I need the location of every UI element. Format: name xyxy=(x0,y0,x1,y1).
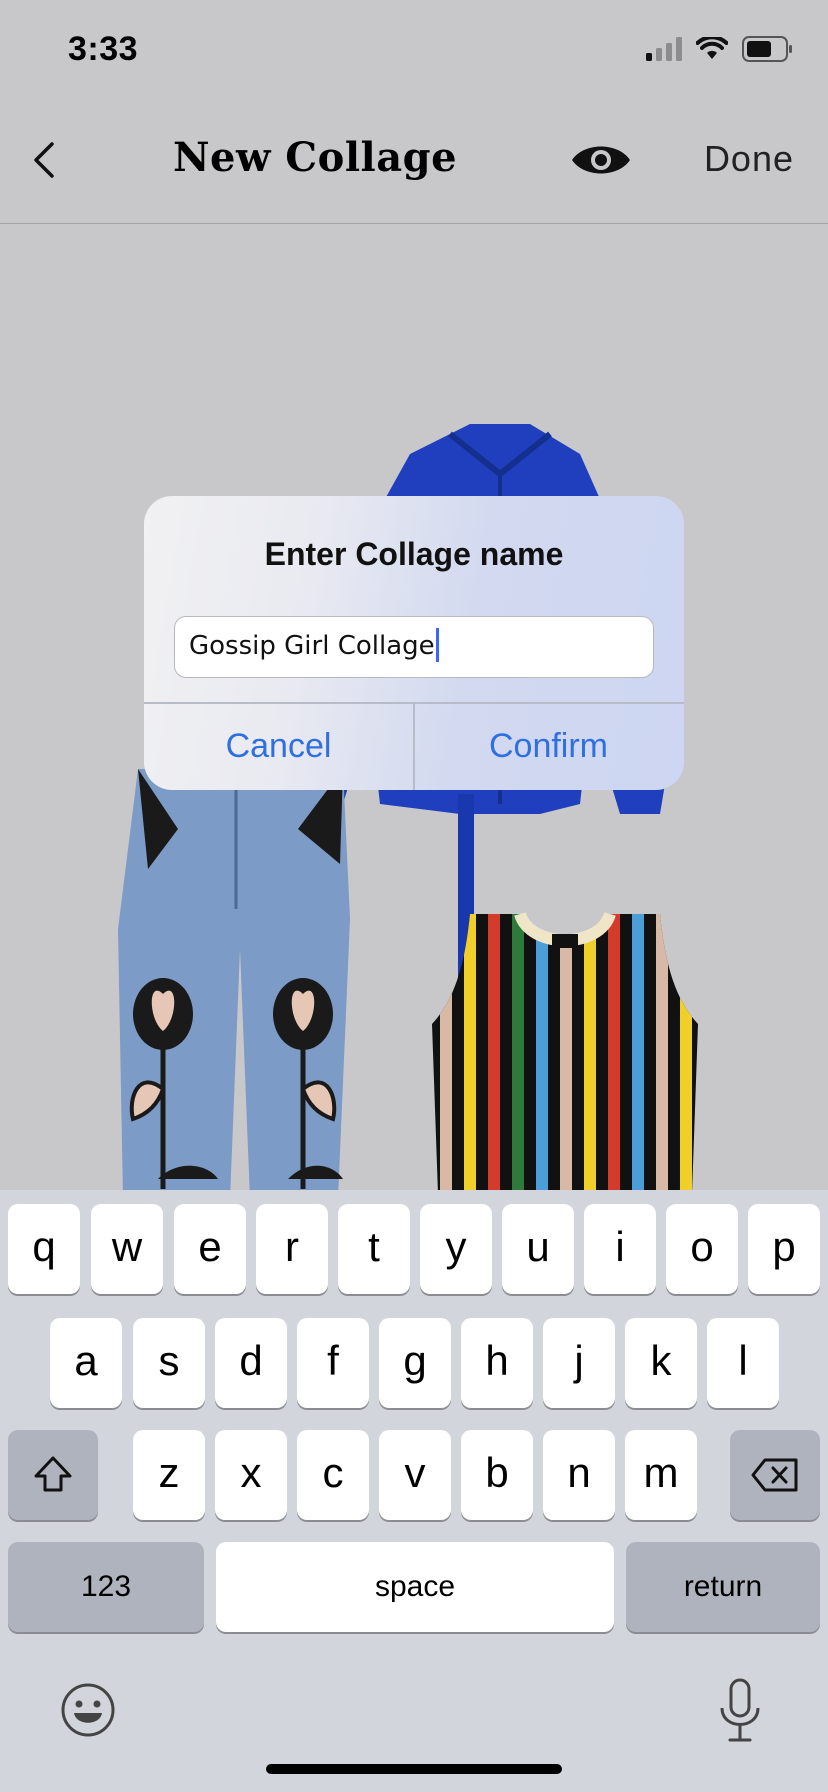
backspace-icon xyxy=(751,1458,798,1492)
key-z[interactable]: z xyxy=(133,1430,205,1520)
collage-name-value: Gossip Girl Collage xyxy=(189,631,435,661)
numbers-key[interactable]: 123 xyxy=(8,1542,204,1632)
eye-icon[interactable] xyxy=(570,138,632,182)
key-c[interactable]: c xyxy=(297,1430,369,1520)
space-key[interactable]: space xyxy=(216,1542,614,1632)
patched-jeans[interactable] xyxy=(118,769,358,1190)
key-v[interactable]: v xyxy=(379,1430,451,1520)
key-y[interactable]: y xyxy=(420,1204,492,1294)
key-n[interactable]: n xyxy=(543,1430,615,1520)
key-d[interactable]: d xyxy=(215,1318,287,1408)
key-o[interactable]: o xyxy=(666,1204,738,1294)
status-icons xyxy=(646,36,794,62)
cancel-button[interactable]: Cancel xyxy=(144,703,413,790)
key-e[interactable]: e xyxy=(174,1204,246,1294)
shift-icon xyxy=(34,1456,72,1492)
shift-key[interactable] xyxy=(8,1430,98,1520)
striped-knit-vest[interactable] xyxy=(430,904,700,1190)
collage-name-input[interactable]: Gossip Girl Collage xyxy=(174,616,654,678)
key-k[interactable]: k xyxy=(625,1318,697,1408)
key-w[interactable]: w xyxy=(91,1204,163,1294)
cellular-signal-icon xyxy=(646,37,682,61)
key-t[interactable]: t xyxy=(338,1204,410,1294)
key-u[interactable]: u xyxy=(502,1204,574,1294)
key-p[interactable]: p xyxy=(748,1204,820,1294)
confirm-button[interactable]: Confirm xyxy=(414,703,683,790)
key-l[interactable]: l xyxy=(707,1318,779,1408)
keyboard: q w e r t y u i o p a s d f g h j k l z … xyxy=(0,1190,828,1792)
page-title: New Collage xyxy=(172,134,458,181)
key-m[interactable]: m xyxy=(625,1430,697,1520)
home-indicator[interactable] xyxy=(266,1764,562,1774)
key-q[interactable]: q xyxy=(8,1204,80,1294)
wifi-icon xyxy=(696,37,728,59)
dialog-title: Enter Collage name xyxy=(264,536,564,572)
key-i[interactable]: i xyxy=(584,1204,656,1294)
key-h[interactable]: h xyxy=(461,1318,533,1408)
key-r[interactable]: r xyxy=(256,1204,328,1294)
key-a[interactable]: a xyxy=(50,1318,122,1408)
text-cursor xyxy=(435,627,439,662)
microphone-icon[interactable] xyxy=(716,1678,764,1744)
status-time: 3:33 xyxy=(68,30,139,68)
key-f[interactable]: f xyxy=(297,1318,369,1408)
key-x[interactable]: x xyxy=(215,1430,287,1520)
delete-key[interactable] xyxy=(730,1430,820,1520)
return-key[interactable]: return xyxy=(626,1542,820,1632)
key-g[interactable]: g xyxy=(379,1318,451,1408)
done-button[interactable]: Done xyxy=(704,138,794,180)
nav-bar: New Collage Done xyxy=(0,100,828,224)
chevron-left-icon[interactable] xyxy=(26,140,66,180)
collage-name-dialog: Enter Collage name Gossip Girl Collage C… xyxy=(144,496,684,790)
emoji-icon[interactable] xyxy=(60,1682,116,1738)
key-j[interactable]: j xyxy=(543,1318,615,1408)
status-bar: 3:33 xyxy=(0,0,828,100)
key-b[interactable]: b xyxy=(461,1430,533,1520)
battery-icon xyxy=(742,36,792,62)
key-s[interactable]: s xyxy=(133,1318,205,1408)
